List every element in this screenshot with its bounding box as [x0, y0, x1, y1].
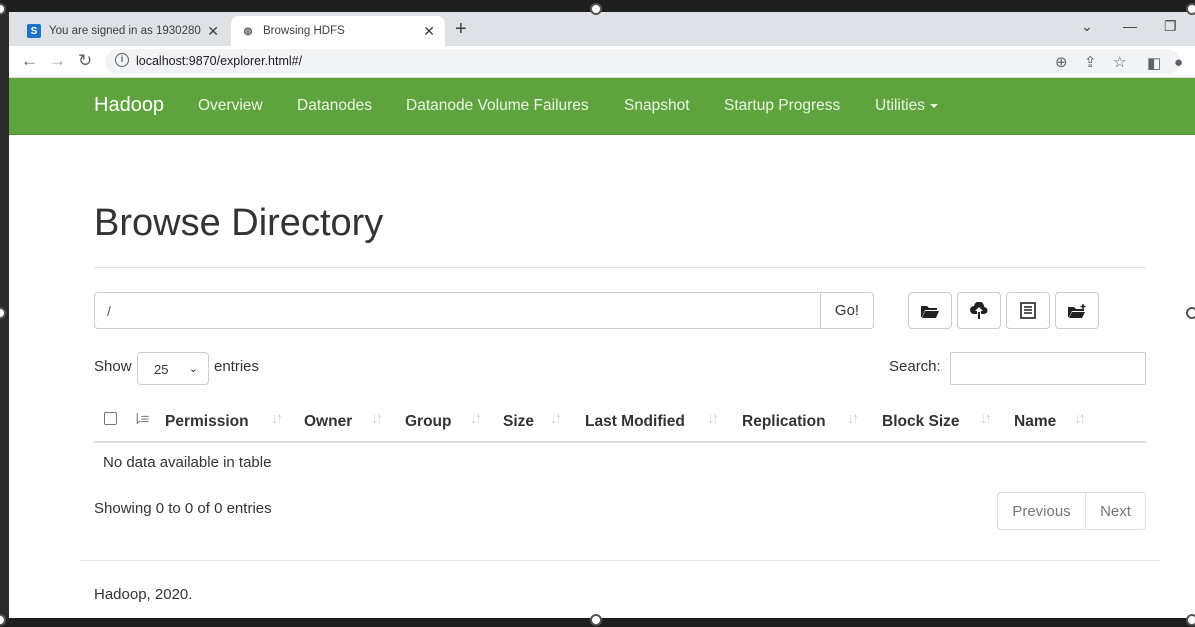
- col-size[interactable]: Size: [503, 413, 534, 431]
- profile-icon[interactable]: ●: [1174, 54, 1183, 71]
- forward-icon[interactable]: →: [49, 51, 66, 71]
- resize-handle[interactable]: [590, 614, 602, 626]
- next-button[interactable]: Next: [1086, 492, 1146, 530]
- resize-handle[interactable]: [1186, 3, 1195, 15]
- minimize-button[interactable]: —: [1123, 18, 1137, 34]
- tab-strip: S You are signed in as 1930280046 ✕ ◍ Br…: [9, 12, 1195, 46]
- sort-icon[interactable]: ↓↑: [707, 410, 719, 427]
- tab-title: You are signed in as 1930280046: [49, 25, 201, 37]
- close-tab-icon[interactable]: ✕: [423, 23, 435, 40]
- site-info-icon[interactable]: i: [115, 53, 129, 67]
- close-tab-icon[interactable]: ✕: [207, 23, 219, 40]
- empty-table-message: No data available in table: [103, 454, 272, 471]
- select-all-checkbox[interactable]: [104, 412, 117, 425]
- restore-button[interactable]: ❐: [1164, 18, 1177, 35]
- col-block-size[interactable]: Block Size: [882, 413, 960, 431]
- sort-icon[interactable]: ↓↑: [371, 410, 383, 427]
- hadoop-navbar: Hadoop Overview Datanodes Datanode Volum…: [9, 78, 1195, 135]
- tab-search-icon[interactable]: ⌄: [1081, 18, 1093, 35]
- page-title: Browse Directory: [94, 202, 384, 244]
- sort-icon[interactable]: ↓↑: [847, 410, 859, 427]
- showing-info: Showing 0 to 0 of 0 entries: [94, 500, 272, 517]
- side-panel-icon[interactable]: ◧: [1147, 54, 1161, 72]
- nav-startup-progress[interactable]: Startup Progress: [724, 97, 840, 115]
- nav-overview[interactable]: Overview: [198, 97, 263, 115]
- footer-divider: [79, 560, 1161, 561]
- browser-window: S You are signed in as 1930280046 ✕ ◍ Br…: [9, 12, 1195, 618]
- footer-text: Hadoop, 2020.: [94, 586, 193, 603]
- col-group[interactable]: Group: [405, 413, 452, 431]
- sort-icon[interactable]: ↓↑: [470, 410, 482, 427]
- sort-asc-icon[interactable]: ⇂≡: [131, 410, 149, 428]
- zoom-icon[interactable]: ⊕: [1055, 53, 1068, 71]
- list-icon[interactable]: [1006, 292, 1050, 329]
- col-owner[interactable]: Owner: [304, 413, 352, 431]
- url-text: localhost:9870/explorer.html#/: [136, 54, 303, 68]
- pagination: Previous Next: [997, 492, 1146, 530]
- folder-create-icon[interactable]: [1055, 292, 1099, 329]
- divider: [94, 267, 1146, 268]
- col-last-modified[interactable]: Last Modified: [585, 413, 685, 431]
- chevron-down-icon: ⌄: [188, 363, 198, 375]
- screen-frame: S You are signed in as 1930280046 ✕ ◍ Br…: [0, 0, 1195, 627]
- resize-handle[interactable]: [1186, 614, 1195, 626]
- folder-open-icon[interactable]: [908, 292, 952, 329]
- path-input[interactable]: /: [94, 292, 821, 329]
- nav-utilities-label: Utilities: [875, 97, 925, 114]
- table-header: ⇂≡ Permission ↓↑ Owner ↓↑ Group ↓↑ Size …: [94, 407, 1146, 443]
- back-icon[interactable]: ←: [21, 51, 38, 71]
- browser-toolbar: ← → ↻ i localhost:9870/explorer.html#/ ⊕…: [9, 46, 1195, 78]
- resize-handle[interactable]: [590, 3, 602, 15]
- search-input[interactable]: [950, 352, 1146, 385]
- go-button[interactable]: Go!: [821, 292, 874, 329]
- tab-browsing-hdfs[interactable]: ◍ Browsing HDFS ✕: [231, 16, 445, 46]
- col-replication[interactable]: Replication: [742, 413, 826, 431]
- share-icon[interactable]: ⇪: [1084, 53, 1097, 71]
- sort-icon[interactable]: ↓↑: [980, 410, 992, 427]
- caret-down-icon: [929, 103, 938, 108]
- search-label: Search:: [889, 358, 941, 375]
- nav-datanodes[interactable]: Datanodes: [297, 97, 372, 115]
- sort-icon[interactable]: ↓↑: [550, 410, 562, 427]
- nav-utilities[interactable]: Utilities: [875, 97, 938, 115]
- nav-volume-failures[interactable]: Datanode Volume Failures: [406, 97, 589, 115]
- new-tab-button[interactable]: +: [455, 18, 467, 41]
- previous-button[interactable]: Previous: [997, 492, 1086, 530]
- resize-handle[interactable]: [1186, 307, 1195, 319]
- show-label: Show: [94, 358, 132, 375]
- entries-select-value: 25: [154, 362, 169, 377]
- address-bar[interactable]: i localhost:9870/explorer.html#/ ⊕ ⇪ ☆: [105, 49, 1180, 74]
- entries-select[interactable]: 25 ⌄: [137, 352, 209, 385]
- col-permission[interactable]: Permission: [165, 413, 249, 431]
- entries-label: entries: [214, 358, 260, 375]
- globe-icon: ◍: [243, 25, 253, 37]
- col-name[interactable]: Name: [1014, 413, 1056, 431]
- nav-snapshot[interactable]: Snapshot: [624, 97, 690, 115]
- s-icon: S: [27, 24, 41, 38]
- sort-icon[interactable]: ↓↑: [271, 410, 283, 427]
- path-group: / Go!: [94, 292, 874, 329]
- reload-icon[interactable]: ↻: [78, 51, 92, 71]
- sort-icon[interactable]: ↓↑: [1074, 410, 1086, 427]
- brand-link[interactable]: Hadoop: [94, 94, 164, 117]
- upload-cloud-icon[interactable]: [957, 292, 1001, 329]
- bookmark-star-icon[interactable]: ☆: [1113, 53, 1126, 71]
- tab-title: Browsing HDFS: [263, 25, 345, 37]
- tab-signed-in[interactable]: S You are signed in as 1930280046 ✕: [17, 16, 229, 46]
